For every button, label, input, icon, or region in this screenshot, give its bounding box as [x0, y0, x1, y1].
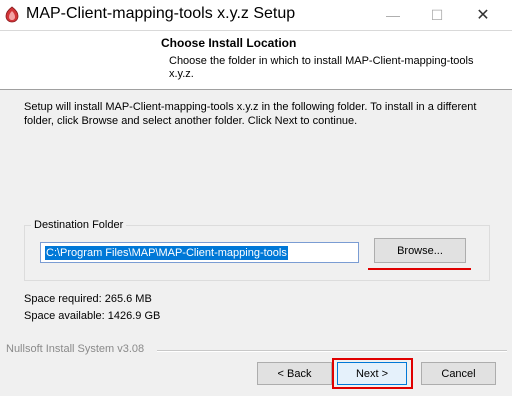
- destination-label: Destination Folder: [31, 219, 127, 231]
- page-title: Choose Install Location: [161, 36, 297, 50]
- destination-folder-value: C:\Program Files\MAP\MAP-Client-mapping-…: [45, 246, 288, 260]
- cancel-button[interactable]: Cancel: [421, 362, 496, 385]
- close-icon[interactable]: ✕: [460, 0, 506, 30]
- branding-divider: [157, 350, 507, 352]
- intro-text: Setup will install MAP-Client-mapping-to…: [24, 101, 477, 127]
- minimize-icon[interactable]: —: [370, 0, 416, 30]
- title-bar: MAP-Client-mapping-tools x.y.z Setup — ☐…: [0, 0, 512, 31]
- next-annotation-box: [332, 358, 413, 389]
- page-header: Choose Install Location Choose the folde…: [0, 31, 512, 90]
- maximize-icon[interactable]: ☐: [414, 0, 460, 30]
- back-button[interactable]: < Back: [257, 362, 332, 385]
- window-title: MAP-Client-mapping-tools x.y.z Setup: [26, 5, 296, 22]
- destination-folder-input[interactable]: C:\Program Files\MAP\MAP-Client-mapping-…: [40, 242, 359, 263]
- page-subtitle: Choose the folder in which to install MA…: [169, 55, 474, 80]
- branding-text: Nullsoft Install System v3.08: [6, 343, 145, 355]
- browse-annotation-underline: [368, 268, 471, 270]
- installer-app-icon: [5, 6, 19, 23]
- space-available: Space available: 1426.9 GB: [24, 310, 161, 322]
- browse-button[interactable]: Browse...: [374, 238, 466, 263]
- space-required: Space required: 265.6 MB: [24, 293, 152, 305]
